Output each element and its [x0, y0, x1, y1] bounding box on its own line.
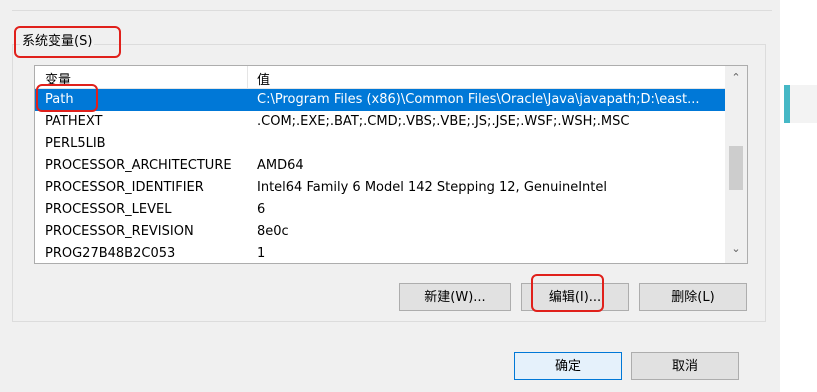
variable-name: PERL5LIB — [45, 136, 106, 151]
highlight-group-label — [14, 26, 121, 58]
list-item[interactable]: PROCESSOR_LEVEL 6 — [35, 199, 725, 221]
background-panel — [790, 85, 817, 123]
vertical-scrollbar[interactable]: ⌃ ⌄ — [725, 66, 747, 263]
environment-variables-dialog: 系统变量(S) 变量 值 Path C:\Program Files (x86)\… — [0, 0, 781, 392]
variable-value: Intel64 Family 6 Model 142 Stepping 12, … — [257, 180, 608, 195]
system-variables-list[interactable]: 变量 值 Path C:\Program Files (x86)\Common F… — [34, 65, 748, 264]
variable-name: PROCESSOR_ARCHITECTURE — [45, 158, 232, 173]
variable-value: 8e0c — [257, 224, 289, 239]
variable-value: .COM;.EXE;.BAT;.CMD;.VBS;.VBE;.JS;.JSE;.… — [257, 114, 630, 129]
list-item[interactable]: PROCESSOR_ARCHITECTURE AMD64 — [35, 155, 725, 177]
scrollbar-thumb[interactable] — [729, 146, 743, 190]
new-button[interactable]: 新建(W)... — [399, 283, 511, 311]
chevron-down-icon[interactable]: ⌄ — [725, 239, 747, 259]
cancel-button[interactable]: 取消 — [631, 352, 739, 380]
variable-value: AMD64 — [257, 158, 304, 173]
list-rows: Path C:\Program Files (x86)\Common Files\… — [35, 89, 725, 263]
highlight-path-row — [36, 84, 98, 112]
list-item[interactable]: PROCESSOR_IDENTIFIER Intel64 Family 6 Mod… — [35, 177, 725, 199]
highlight-edit-button — [531, 274, 604, 312]
list-item[interactable]: PERL5LIB — [35, 133, 725, 155]
variable-name: PROCESSOR_LEVEL — [45, 202, 172, 217]
list-header: 变量 值 — [35, 66, 725, 89]
list-item[interactable]: Path C:\Program Files (x86)\Common Files\… — [35, 89, 725, 111]
variable-name: PROCESSOR_REVISION — [45, 224, 194, 239]
background-window — [780, 0, 817, 392]
variable-value: 6 — [257, 202, 266, 217]
header-value[interactable]: 值 — [257, 69, 270, 88]
variable-name: PROG27B48B2C053 — [45, 246, 176, 261]
header-separator[interactable] — [247, 66, 248, 88]
list-item[interactable]: PROG27B48B2C053 1 — [35, 243, 725, 263]
delete-button[interactable]: 删除(L) — [639, 283, 747, 311]
upper-section-edge — [12, 0, 772, 11]
variable-name: PATHEXT — [45, 114, 103, 129]
variable-value: C:\Program Files (x86)\Common Files\Orac… — [257, 92, 700, 107]
ok-button[interactable]: 确定 — [514, 352, 622, 380]
variable-value: 1 — [257, 246, 266, 261]
list-item[interactable]: PATHEXT .COM;.EXE;.BAT;.CMD;.VBS;.VBE;.JS… — [35, 111, 725, 133]
variable-name: PROCESSOR_IDENTIFIER — [45, 180, 204, 195]
chevron-up-icon[interactable]: ⌃ — [725, 68, 747, 88]
list-item[interactable]: PROCESSOR_REVISION 8e0c — [35, 221, 725, 243]
